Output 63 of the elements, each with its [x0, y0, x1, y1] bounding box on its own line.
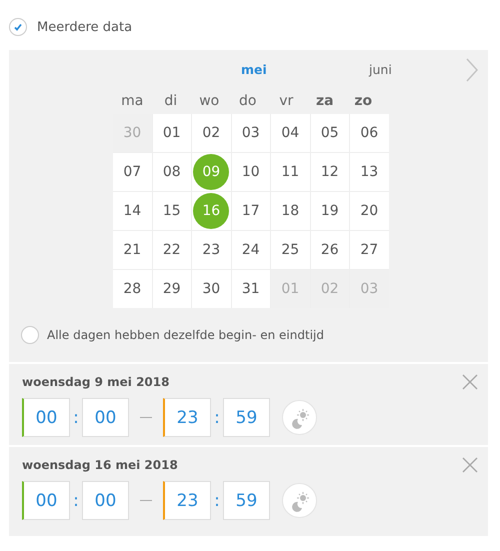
- day-cell[interactable]: 08: [152, 153, 191, 191]
- day-cell[interactable]: 07: [113, 153, 152, 191]
- colon: :: [213, 490, 221, 510]
- day-cell[interactable]: 14: [113, 192, 152, 230]
- radio-label: Alle dagen hebben dezelfde begin- en eindtijd: [47, 328, 324, 342]
- day-cell[interactable]: 21: [113, 231, 152, 269]
- weekday-label: vr: [278, 92, 294, 111]
- checkbox-label: Meerdere data: [37, 20, 132, 34]
- day-cell[interactable]: 10: [232, 153, 270, 191]
- day-cell[interactable]: 26: [310, 231, 349, 269]
- colon: :: [213, 408, 221, 428]
- weekday-label: zo: [353, 92, 374, 111]
- close-icon[interactable]: [462, 374, 478, 390]
- day-cell[interactable]: 18: [271, 192, 310, 230]
- day-cell[interactable]: 15: [152, 192, 191, 230]
- minute-field[interactable]: 00: [82, 481, 129, 520]
- weekday-label: ma: [120, 92, 144, 111]
- date-title: woensdag 16 mei 2018: [22, 458, 178, 472]
- day-cell[interactable]: 29: [152, 270, 191, 308]
- dash: [140, 417, 152, 418]
- day-cell[interactable]: 17: [232, 192, 270, 230]
- day-cell[interactable]: 24: [232, 231, 270, 269]
- minute-field[interactable]: 59: [223, 481, 270, 520]
- day-cell[interactable]: 22: [152, 231, 191, 269]
- day-cell[interactable]: 01: [152, 114, 191, 152]
- hour-field[interactable]: 00: [22, 398, 70, 437]
- month-tab[interactable]: juni: [369, 62, 392, 77]
- day-cell[interactable]: 05: [310, 114, 349, 152]
- minute-field[interactable]: 59: [223, 398, 270, 437]
- colon: :: [72, 490, 80, 510]
- day-cell[interactable]: 30: [192, 270, 230, 308]
- day-cell[interactable]: 20: [350, 192, 388, 230]
- day-cell[interactable]: 02: [192, 114, 230, 152]
- day-cell[interactable]: 28: [113, 270, 152, 308]
- hour-field[interactable]: 23: [163, 398, 211, 437]
- radio-button[interactable]: [21, 326, 39, 344]
- day-night-button[interactable]: [282, 400, 317, 435]
- day-cell[interactable]: 25: [271, 231, 310, 269]
- day-cell[interactable]: 03: [232, 114, 270, 152]
- day-cell[interactable]: 27: [350, 231, 388, 269]
- minute-field[interactable]: 00: [82, 398, 129, 437]
- weekday-label: wo: [198, 92, 220, 111]
- day-cell[interactable]: 19: [310, 192, 349, 230]
- day-cell[interactable]: 06: [350, 114, 388, 152]
- weekday-label: za: [314, 92, 335, 111]
- close-icon[interactable]: [462, 457, 478, 473]
- day-cell[interactable]: 11: [271, 153, 310, 191]
- next-icon[interactable]: [466, 58, 478, 82]
- day-cell[interactable]: 13: [350, 153, 388, 191]
- checkbox[interactable]: [9, 18, 27, 36]
- weekday-label: di: [163, 92, 178, 111]
- colon: :: [72, 408, 80, 428]
- hour-field[interactable]: 23: [163, 481, 211, 520]
- day-cell[interactable]: 12: [310, 153, 349, 191]
- weekday-label: do: [238, 92, 258, 111]
- dash: [140, 500, 152, 501]
- day-cell[interactable]: 04: [271, 114, 310, 152]
- day-cell[interactable]: 31: [232, 270, 270, 308]
- check-icon: [13, 22, 23, 32]
- day-cell[interactable]: 23: [192, 231, 230, 269]
- day-night-button[interactable]: [282, 483, 317, 518]
- date-title: woensdag 9 mei 2018: [22, 375, 170, 389]
- hour-field[interactable]: 00: [22, 481, 70, 520]
